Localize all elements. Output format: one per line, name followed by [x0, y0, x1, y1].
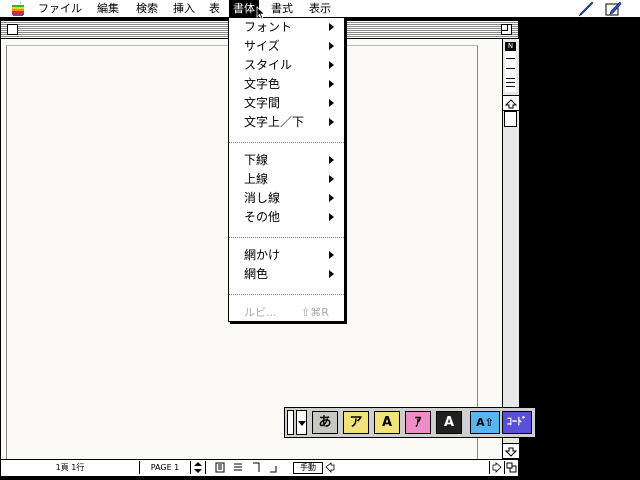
mouse-pointer-icon [256, 6, 266, 20]
submenu-arrow-icon [329, 23, 334, 31]
menu-bar: ファイル 編集 検索 挿入 表 書体 書式 表示 [0, 0, 640, 18]
menu-file[interactable]: ファイル [38, 0, 82, 17]
menu-item-text-color[interactable]: 文字色 [229, 75, 344, 94]
submenu-arrow-icon [329, 61, 334, 69]
submenu-arrow-icon [329, 251, 334, 259]
menu-item-underline[interactable]: 下線 [229, 151, 344, 170]
menu-item-label: 下線 [244, 153, 269, 167]
ruler-line [506, 58, 515, 59]
submenu-arrow-icon [329, 118, 334, 126]
scroll-right-arrow[interactable] [489, 461, 504, 474]
size-box[interactable] [504, 461, 519, 474]
pen-tool-icon[interactable] [576, 1, 594, 17]
left-arrow-icon [325, 462, 335, 473]
menu-item-label: スタイル [244, 58, 293, 72]
submenu-arrow-icon [329, 80, 334, 88]
katakana-mode-button[interactable]: ア [343, 411, 369, 434]
menu-separator [229, 142, 344, 143]
submenu-arrow-icon [329, 156, 334, 164]
ruler-line [506, 68, 515, 69]
page-indicator: PAGE 1 [140, 461, 191, 474]
menu-item-label: 上線 [244, 172, 269, 186]
ruler-control-label: N [505, 42, 516, 51]
menu-item-shading[interactable]: 網かけ [229, 246, 344, 265]
menu-insert[interactable]: 挿入 [173, 0, 195, 17]
submenu-arrow-icon [329, 99, 334, 107]
view-mode-icons[interactable] [206, 461, 292, 474]
desktop: ファイル 編集 検索 挿入 表 書体 書式 表示 N 1頁 1行 PAGE 1 … [0, 0, 640, 480]
page-stepper-icon [194, 462, 202, 473]
palette-dropdown-button[interactable] [296, 410, 307, 435]
menu-item-overline[interactable]: 上線 [229, 170, 344, 189]
view-buttons [206, 461, 292, 474]
menu-format[interactable]: 書式 [271, 0, 293, 17]
close-box[interactable] [7, 24, 18, 35]
menu-item-ruby: ルビ... ⇧⌘R [229, 303, 344, 322]
halfwidth-katakana-mode-button[interactable]: ｱ [405, 411, 431, 434]
menu-item-strikethrough[interactable]: 消し線 [229, 189, 344, 208]
zoom-box[interactable] [501, 24, 512, 35]
down-arrow-icon [504, 447, 518, 457]
submenu-arrow-icon [329, 175, 334, 183]
manual-mode-button[interactable]: 手動 [293, 462, 323, 474]
menu-item-label: サイズ [244, 39, 280, 53]
scroll-thumb[interactable] [504, 111, 517, 127]
status-bar: 1頁 1行 PAGE 1 手動 [1, 459, 518, 476]
menu-item-label: フォント [244, 20, 293, 34]
scroll-up-arrow[interactable] [503, 95, 519, 111]
input-mode-palette: あ ア A ｱ A A⇧ ｺｰﾄﾞ [284, 407, 536, 438]
menu-view[interactable]: 表示 [309, 0, 331, 17]
palette-drag-handle[interactable] [287, 410, 294, 435]
menu-item-label: 文字間 [244, 96, 281, 110]
submenu-arrow-icon [329, 270, 334, 278]
submenu-arrow-icon [329, 213, 334, 221]
menu-table[interactable]: 表 [209, 0, 220, 17]
menu-item-superscript-subscript[interactable]: 文字上／下 [229, 113, 344, 132]
halfwidth-alpha-mode-button[interactable]: A [436, 411, 462, 434]
submenu-arrow-icon [329, 42, 334, 50]
menu-edit[interactable]: 編集 [97, 0, 119, 17]
menu-shortcut: ⇧⌘R [301, 306, 329, 319]
menu-item-label: 消し線 [244, 191, 281, 205]
menu-item-label: 文字色 [244, 77, 281, 91]
hiragana-mode-button[interactable]: あ [312, 411, 338, 434]
scroll-down-arrow[interactable] [503, 443, 519, 459]
submenu-arrow-icon [329, 194, 334, 202]
menu-separator [229, 237, 344, 238]
right-arrow-icon [492, 462, 502, 473]
menu-item-char-spacing[interactable]: 文字間 [229, 94, 344, 113]
fullwidth-alpha-mode-button[interactable]: A [374, 411, 400, 434]
menu-item-label: 網かけ [244, 248, 281, 262]
menu-item-size[interactable]: サイズ [229, 37, 344, 56]
menu-item-label: 文字上／下 [244, 115, 305, 129]
input-method-icon[interactable] [604, 1, 622, 17]
menu-item-style[interactable]: スタイル [229, 56, 344, 75]
code-input-button[interactable]: ｺｰﾄﾞ [502, 411, 532, 434]
typeface-menu: フォント サイズ スタイル 文字色 文字間 文字上／下 下線 上線 消し線 その… [228, 17, 345, 322]
menu-item-label: ルビ... [244, 306, 277, 319]
ruler-line [506, 82, 515, 83]
resize-icon [506, 462, 517, 473]
scroll-left-arrow[interactable] [323, 461, 337, 474]
menu-item-label: その他 [244, 210, 281, 224]
menu-search[interactable]: 検索 [136, 0, 158, 17]
line-position: 1頁 1行 [1, 461, 140, 474]
apple-menu-icon[interactable] [11, 2, 25, 16]
menu-item-other[interactable]: その他 [229, 208, 344, 227]
up-arrow-icon [504, 99, 518, 109]
ruler-line [506, 78, 515, 79]
page-stepper[interactable] [191, 461, 206, 474]
menu-item-label: 網色 [244, 267, 269, 281]
vertical-scrollbar[interactable]: N [502, 39, 519, 459]
menu-separator [229, 294, 344, 295]
uppercase-alpha-mode-button[interactable]: A⇧ [470, 411, 500, 434]
menu-typeface[interactable]: 書体 [229, 0, 259, 17]
menu-item-font[interactable]: フォント [229, 18, 344, 37]
menu-item-shading-color[interactable]: 網色 [229, 265, 344, 284]
ruler-line [506, 86, 515, 87]
ruler-control[interactable]: N [505, 42, 516, 92]
